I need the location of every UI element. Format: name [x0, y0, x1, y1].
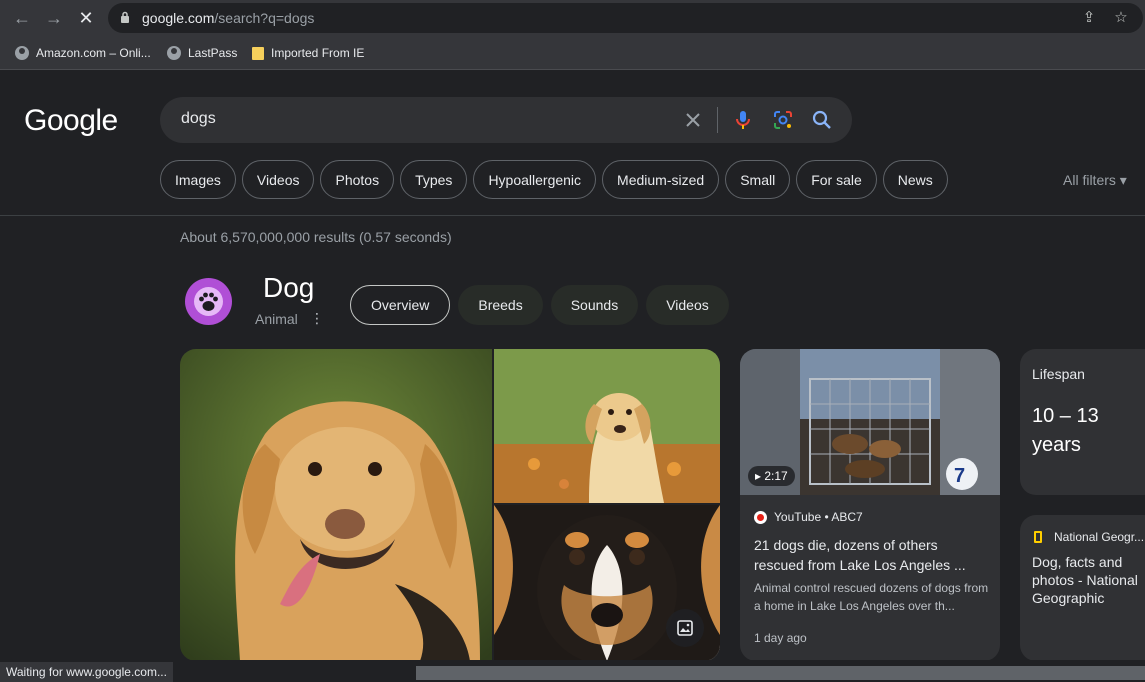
lifespan-label: Lifespan: [1032, 366, 1085, 382]
url-host: google.com: [142, 10, 215, 26]
bookmark-star-icon[interactable]: ☆: [1112, 9, 1130, 27]
image-icon: [677, 620, 693, 636]
lock-icon: [121, 11, 129, 23]
google-logo[interactable]: Google: [24, 104, 118, 138]
bookmark-amazon[interactable]: Amazon.com – Onli...: [15, 44, 151, 62]
search-results-page: Google dogs Images Videos Photos Types H…: [0, 71, 1145, 682]
entity-subtitle: Animal: [255, 311, 298, 327]
national-geographic-icon: [1034, 531, 1042, 543]
tab-videos[interactable]: Videos: [646, 285, 729, 325]
all-filters-label: All filters: [1063, 172, 1116, 188]
all-filters-button[interactable]: All filters ▾: [1063, 172, 1127, 189]
bookmark-lastpass[interactable]: LastPass: [167, 44, 237, 62]
search-divider: [717, 107, 718, 133]
address-bar[interactable]: google.com/search?q=dogs ⇪ ☆: [108, 3, 1143, 33]
caret-down-icon: ▾: [1119, 172, 1127, 188]
results-stats: About 6,570,000,000 results (0.57 second…: [180, 229, 452, 245]
chip-types[interactable]: Types: [400, 160, 468, 199]
entity-title: Dog: [263, 272, 315, 303]
video-result-card[interactable]: 7 ▸ 2:17 YouTube • ABC7 21 dogs die, doz…: [740, 349, 1000, 661]
browser-toolbar: ← → ✕ google.com/search?q=dogs ⇪ ☆: [0, 0, 1145, 36]
chip-medium-sized[interactable]: Medium-sized: [602, 160, 720, 199]
loading-status: Waiting for www.google.com...: [0, 662, 173, 682]
chip-news[interactable]: News: [882, 160, 948, 199]
lifespan-value: 10 – 13 years: [1032, 405, 1099, 456]
chip-for-sale[interactable]: For sale: [796, 160, 877, 199]
tab-breeds[interactable]: Breeds: [458, 285, 543, 325]
search-box[interactable]: dogs: [160, 97, 852, 143]
globe-icon: [167, 46, 181, 60]
ng-source: National Geogr...: [1054, 530, 1145, 544]
stop-loading-icon[interactable]: ✕: [74, 6, 98, 30]
video-time: 1 day ago: [754, 631, 807, 645]
back-arrow-icon[interactable]: ←: [10, 6, 34, 30]
chip-small[interactable]: Small: [725, 160, 791, 199]
lens-camera-icon[interactable]: [772, 109, 794, 131]
video-description: Animal control rescued dozens of dogs fr…: [754, 581, 989, 613]
chip-images[interactable]: Images: [160, 160, 236, 199]
image-gallery-button[interactable]: [666, 609, 704, 647]
filter-chips: Images Videos Photos Types Hypoallergeni…: [160, 160, 948, 200]
search-input[interactable]: dogs: [181, 110, 216, 128]
bookmark-label: Imported From IE: [271, 46, 365, 60]
chip-videos[interactable]: Videos: [241, 160, 315, 199]
ng-title[interactable]: Dog, facts and photos - National Geograp…: [1032, 553, 1145, 607]
url-text: google.com/search?q=dogs: [142, 10, 314, 26]
entity-tabs: Overview Breeds Sounds Videos: [350, 285, 729, 325]
bookmark-label: LastPass: [188, 46, 238, 60]
url-path: /search?q=dogs: [214, 10, 315, 26]
paw-icon: [185, 278, 232, 325]
paw-print-icon: [199, 292, 218, 311]
bookmark-imported-from-ie[interactable]: Imported From IE: [252, 44, 364, 62]
video-source: YouTube • ABC7: [774, 510, 863, 524]
video-duration: ▸ 2:17: [748, 466, 795, 486]
youtube-icon: [754, 511, 767, 524]
chip-photos[interactable]: Photos: [320, 160, 395, 199]
national-geographic-card[interactable]: National Geogr... Dog, facts and photos …: [1020, 515, 1145, 661]
chip-hypoallergenic[interactable]: Hypoallergenic: [473, 160, 597, 199]
tab-sounds[interactable]: Sounds: [550, 285, 639, 325]
paw-icon-inner: [194, 287, 223, 316]
golden-puppy-image[interactable]: [494, 349, 720, 503]
horizontal-scrollbar[interactable]: [416, 666, 1145, 680]
video-title[interactable]: 21 dogs die, dozens of others rescued fr…: [754, 535, 988, 575]
forward-arrow-icon[interactable]: →: [42, 6, 66, 30]
share-icon[interactable]: ⇪: [1080, 9, 1098, 27]
microphone-icon[interactable]: [732, 109, 754, 131]
globe-icon: [15, 46, 29, 60]
more-options-icon[interactable]: ⋮: [310, 310, 324, 327]
clear-icon[interactable]: [682, 109, 704, 131]
header-divider: [0, 215, 1145, 216]
bookmark-label: Amazon.com – Onli...: [36, 46, 151, 60]
bookmarks-bar: Amazon.com – Onli... LastPass Imported F…: [0, 36, 1145, 70]
lifespan-card[interactable]: Lifespan 10 – 13 years: [1020, 349, 1145, 495]
video-duration-value: 2:17: [764, 469, 788, 483]
tab-overview[interactable]: Overview: [350, 285, 451, 325]
abc7-logo-number: 7: [954, 465, 965, 487]
labrador-image[interactable]: [180, 349, 492, 661]
folder-icon: [252, 46, 264, 60]
search-icon[interactable]: [811, 109, 833, 131]
dog-image-grid: [180, 349, 720, 661]
